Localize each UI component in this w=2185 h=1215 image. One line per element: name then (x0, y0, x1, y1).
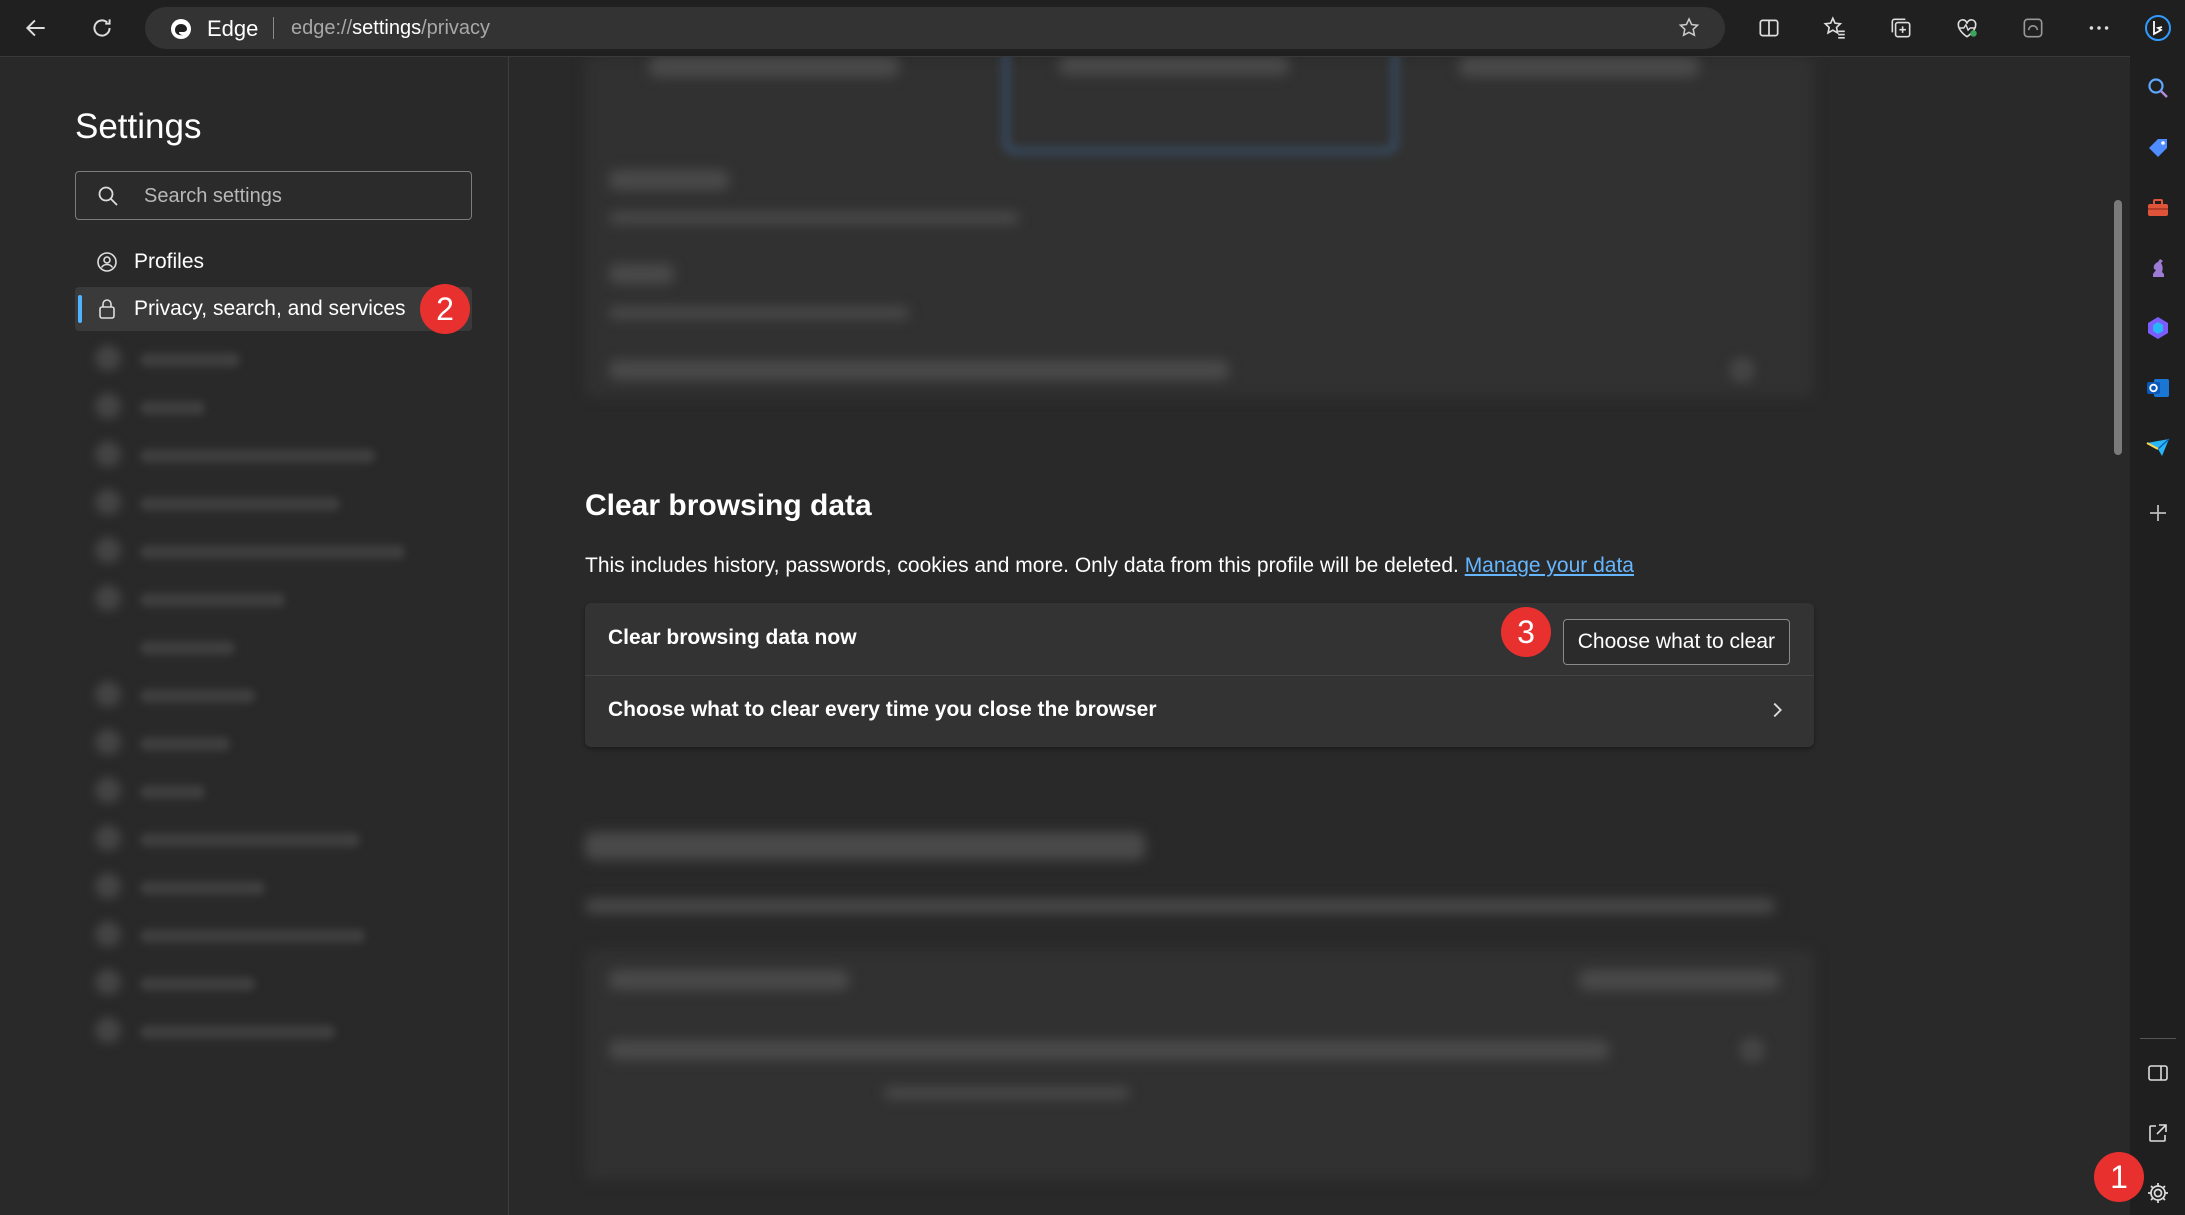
settings-sidebar: Settings Profiles Privacy, search, and s… (0, 57, 509, 1215)
search-icon (2148, 78, 2168, 98)
lock-icon (93, 295, 121, 323)
address-bar[interactable]: Edge edge://settings/privacy (145, 7, 1725, 49)
favorites-button[interactable] (1815, 8, 1855, 48)
copilot-button[interactable] (2140, 10, 2176, 46)
section-description: This includes history, passwords, cookie… (585, 554, 1634, 577)
plus-icon (2150, 505, 2166, 521)
chess-piece-icon (2153, 259, 2164, 277)
collections-icon (1891, 18, 1911, 38)
favorite-star-icon[interactable] (1677, 16, 1701, 40)
collections-button[interactable] (1881, 8, 1921, 48)
favorites-icon (1823, 16, 1845, 39)
clear-on-close-label: Choose what to clear every time you clos… (608, 698, 1157, 721)
section-title: Clear browsing data (585, 489, 872, 522)
chevron-right-icon (1773, 702, 1782, 718)
sidebar-divider (2140, 1038, 2176, 1039)
sidebar-settings-button[interactable] (2140, 1175, 2176, 1211)
heart-pulse-icon (1957, 19, 1977, 38)
tools-button[interactable] (2140, 190, 2176, 226)
url-text: edge://settings/privacy (291, 17, 491, 39)
profiles-icon (93, 248, 121, 276)
more-dots-icon (2089, 26, 2109, 30)
drop-button[interactable] (2140, 430, 2176, 466)
split-screen-button[interactable] (1749, 8, 1789, 48)
outlook-button[interactable] (2140, 370, 2176, 406)
manage-data-link[interactable]: Manage your data (1465, 554, 1634, 577)
split-screen-icon (1759, 19, 1779, 37)
open-external-button[interactable] (2140, 1115, 2176, 1151)
bing-copilot-icon (2145, 15, 2171, 41)
shopping-button[interactable] (2140, 130, 2176, 166)
clear-now-row: Clear browsing data now Choose what to c… (585, 603, 1814, 676)
microsoft365-icon (2148, 317, 2168, 339)
add-sidebar-app-button[interactable] (2140, 495, 2176, 531)
clear-browsing-card: Clear browsing data now Choose what to c… (585, 603, 1814, 747)
clear-on-close-row[interactable]: Choose what to clear every time you clos… (585, 675, 1814, 747)
sidebar-item-privacy[interactable]: Privacy, search, and services (75, 287, 472, 331)
more-options-button[interactable] (2079, 8, 2119, 48)
refresh-button[interactable] (82, 8, 122, 48)
toolbox-icon (2148, 199, 2168, 216)
search-input[interactable] (142, 180, 456, 212)
sidebar-item-profiles[interactable]: Profiles (75, 240, 472, 284)
browser-essentials-button[interactable] (1947, 8, 1987, 48)
address-separator (273, 17, 274, 39)
step-badge-2: 2 (420, 284, 470, 334)
edge-logo-icon (171, 19, 191, 39)
active-indicator (78, 295, 82, 323)
sidebar-item-label: Profiles (134, 250, 205, 273)
back-arrow-icon (25, 19, 45, 37)
settings-title: Settings (75, 107, 202, 146)
sidebar-item-label: Privacy, search, and services (134, 297, 406, 320)
choose-what-to-clear-button[interactable]: Choose what to clear (1562, 619, 1790, 665)
refresh-icon (93, 19, 111, 37)
shopping-tag-icon (2149, 139, 2167, 157)
settings-main: Clear browsing data This includes histor… (509, 57, 2129, 1215)
gear-icon (2148, 1183, 2168, 1203)
edge-side-panel (2130, 0, 2185, 1215)
games-button[interactable] (2140, 250, 2176, 286)
back-button[interactable] (16, 8, 56, 48)
outlook-icon (2147, 379, 2169, 397)
microsoft365-button[interactable] (2140, 310, 2176, 346)
step-badge-3: 3 (1501, 607, 1551, 657)
step-badge-1: 1 (2094, 1152, 2144, 1202)
sidebar-search-button[interactable] (2140, 70, 2176, 106)
scrollbar-thumb[interactable] (2114, 200, 2122, 455)
performance-icon (2023, 18, 2043, 38)
clear-now-label: Clear browsing data now (608, 626, 857, 649)
paper-plane-icon (2146, 438, 2170, 456)
browser-toolbar: Edge edge://settings/privacy (0, 0, 2185, 57)
external-link-icon (2149, 1124, 2167, 1142)
site-name: Edge (207, 16, 259, 41)
performance-button[interactable] (2013, 8, 2053, 48)
hide-sidebar-button[interactable] (2140, 1055, 2176, 1091)
panel-toggle-icon (2148, 1065, 2168, 1081)
search-icon (98, 186, 118, 206)
search-box[interactable] (75, 171, 472, 220)
